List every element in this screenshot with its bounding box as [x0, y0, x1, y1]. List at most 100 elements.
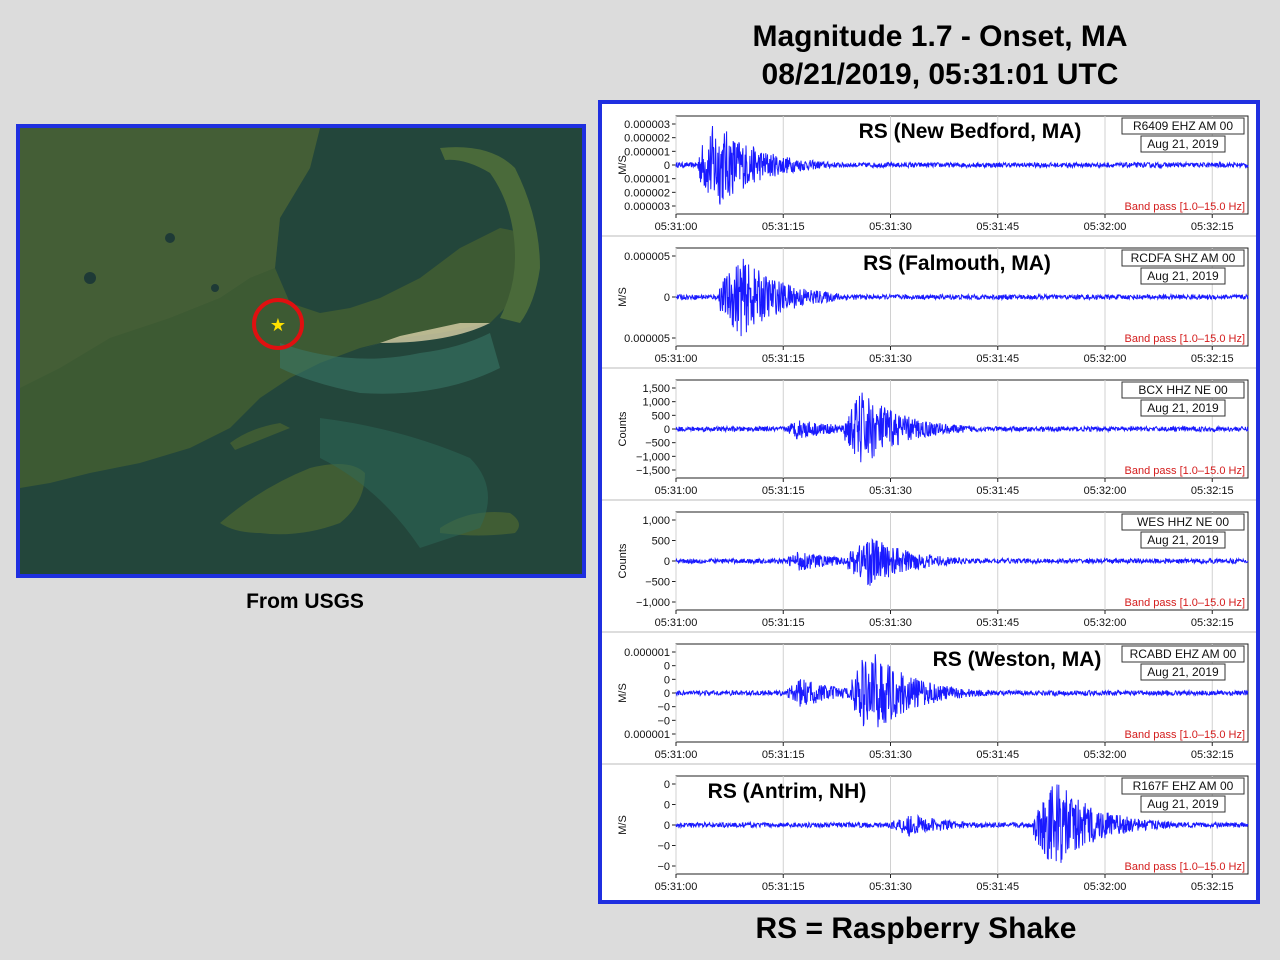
- footer-legend: RS = Raspberry Shake: [755, 912, 1077, 945]
- date-label: Aug 21, 2019: [1147, 533, 1219, 547]
- x-tick-label: 05:32:00: [1084, 617, 1127, 629]
- y-axis-label: Counts: [617, 543, 629, 578]
- y-tick-label: 0: [664, 800, 670, 812]
- bandpass-label: Band pass [1.0–15.0 Hz]: [1125, 465, 1245, 477]
- x-tick-label: 05:31:15: [762, 485, 805, 497]
- x-tick-label: 05:31:15: [762, 617, 805, 629]
- y-tick-label: 1,000: [642, 397, 670, 409]
- date-label: Aug 21, 2019: [1147, 665, 1219, 679]
- x-tick-label: 05:32:00: [1084, 749, 1127, 761]
- y-tick-label: −1,000: [636, 597, 670, 609]
- x-tick-label: 05:32:15: [1191, 617, 1234, 629]
- x-tick-label: 05:32:00: [1084, 881, 1127, 893]
- date-label: Aug 21, 2019: [1147, 401, 1219, 415]
- y-tick-label: −500: [645, 577, 670, 589]
- y-tick-label: −0: [657, 715, 670, 727]
- bandpass-label: Band pass [1.0–15.0 Hz]: [1125, 729, 1245, 741]
- x-tick-label: 05:31:15: [762, 881, 805, 893]
- y-tick-label: −0: [657, 861, 670, 873]
- x-tick-label: 05:32:15: [1191, 485, 1234, 497]
- y-tick-label: 0.000005: [624, 333, 670, 345]
- x-tick-label: 05:32:15: [1191, 881, 1234, 893]
- date-label: Aug 21, 2019: [1147, 137, 1219, 151]
- seismogram-stack: 0.0000030.0000020.00000100.0000010.00000…: [602, 115, 1256, 893]
- y-tick-label: 500: [652, 410, 670, 422]
- x-tick-label: 05:31:45: [976, 617, 1019, 629]
- bandpass-label: Band pass [1.0–15.0 Hz]: [1125, 201, 1245, 213]
- seismogram-panel: 0.000003 0.000002 0.000001 0 0.000001 0.00000…: [598, 100, 1260, 904]
- y-tick-label: 0.000005: [624, 251, 670, 263]
- x-tick-label: 05:31:15: [762, 221, 805, 233]
- x-tick-label: 05:31:00: [655, 749, 698, 761]
- y-tick-label: 0.000001: [624, 174, 670, 186]
- station-location-label: RS (Antrim, NH): [708, 780, 867, 803]
- y-tick-label: 0: [664, 688, 670, 700]
- y-tick-label: 500: [652, 536, 670, 548]
- x-tick-label: 05:31:00: [655, 485, 698, 497]
- station-id: RCDFA SHZ AM 00: [1131, 251, 1236, 265]
- x-tick-label: 05:32:15: [1191, 353, 1234, 365]
- y-tick-label: −1,500: [636, 465, 670, 477]
- station-location-label: RS (Falmouth, MA): [863, 252, 1051, 275]
- x-tick-label: 05:31:30: [869, 881, 912, 893]
- station-id: BCX HHZ NE 00: [1138, 383, 1228, 397]
- y-axis-label: Counts: [617, 411, 629, 446]
- x-tick-label: 05:31:30: [869, 221, 912, 233]
- x-tick-label: 05:32:00: [1084, 221, 1127, 233]
- x-tick-label: 05:32:15: [1191, 749, 1234, 761]
- x-tick-label: 05:31:30: [869, 485, 912, 497]
- y-tick-label: −0: [657, 702, 670, 714]
- bandpass-label: Band pass [1.0–15.0 Hz]: [1125, 333, 1245, 345]
- x-tick-label: 05:31:45: [976, 881, 1019, 893]
- x-tick-label: 05:32:00: [1084, 485, 1127, 497]
- y-tick-label: −500: [645, 438, 670, 450]
- y-tick-label: 0.000001: [624, 729, 670, 741]
- title-magnitude-location: Magnitude 1.7 - Onset, MA: [752, 20, 1128, 53]
- x-tick-label: 05:31:45: [976, 353, 1019, 365]
- y-tick-label: 0.000001: [624, 146, 670, 158]
- station-location-label: RS (New Bedford, MA): [859, 120, 1082, 143]
- x-tick-label: 05:32:00: [1084, 353, 1127, 365]
- y-tick-label: 0: [664, 661, 670, 673]
- title-datetime: 08/21/2019, 05:31:01 UTC: [761, 58, 1119, 91]
- x-tick-label: 05:31:45: [976, 749, 1019, 761]
- y-tick-label: 0.000002: [624, 133, 670, 145]
- map-image: ★: [20, 128, 582, 574]
- y-axis-label: M/S: [617, 815, 629, 835]
- x-tick-label: 05:31:00: [655, 617, 698, 629]
- y-tick-label: −0: [657, 841, 670, 853]
- y-tick-label: 0: [664, 556, 670, 568]
- y-axis-label: M/S: [617, 287, 629, 307]
- x-tick-label: 05:31:00: [655, 881, 698, 893]
- station-id: WES HHZ NE 00: [1137, 515, 1229, 529]
- date-label: Aug 21, 2019: [1147, 269, 1219, 283]
- x-tick-label: 05:31:30: [869, 749, 912, 761]
- x-tick-label: 05:31:00: [655, 353, 698, 365]
- x-tick-label: 05:31:15: [762, 353, 805, 365]
- x-tick-label: 05:31:30: [869, 617, 912, 629]
- y-tick-label: −1,000: [636, 451, 670, 463]
- y-tick-label: 1,500: [642, 383, 670, 395]
- map-caption: From USGS: [246, 590, 364, 613]
- y-tick-label: 0: [664, 779, 670, 791]
- y-tick-label: 0: [664, 674, 670, 686]
- x-tick-label: 05:31:45: [976, 221, 1019, 233]
- y-axis-label: M/S: [617, 683, 629, 703]
- y-tick-label: 0: [664, 292, 670, 304]
- bandpass-label: Band pass [1.0–15.0 Hz]: [1125, 597, 1245, 609]
- station-id: R167F EHZ AM 00: [1133, 779, 1234, 793]
- y-tick-label: 0: [664, 160, 670, 172]
- bandpass-label: Band pass [1.0–15.0 Hz]: [1125, 861, 1245, 873]
- y-tick-label: 0.000003: [624, 119, 670, 131]
- x-tick-label: 05:31:30: [869, 353, 912, 365]
- y-tick-label: 0: [664, 820, 670, 832]
- x-tick-label: 05:32:15: [1191, 221, 1234, 233]
- y-tick-label: 1,000: [642, 515, 670, 527]
- y-tick-label: 0: [664, 424, 670, 436]
- y-tick-label: 0.000002: [624, 187, 670, 199]
- y-axis-label: M/S: [617, 155, 629, 175]
- x-tick-label: 05:31:45: [976, 485, 1019, 497]
- station-id: RCABD EHZ AM 00: [1130, 647, 1237, 661]
- date-label: Aug 21, 2019: [1147, 797, 1219, 811]
- epicenter-star-icon: ★: [270, 315, 286, 335]
